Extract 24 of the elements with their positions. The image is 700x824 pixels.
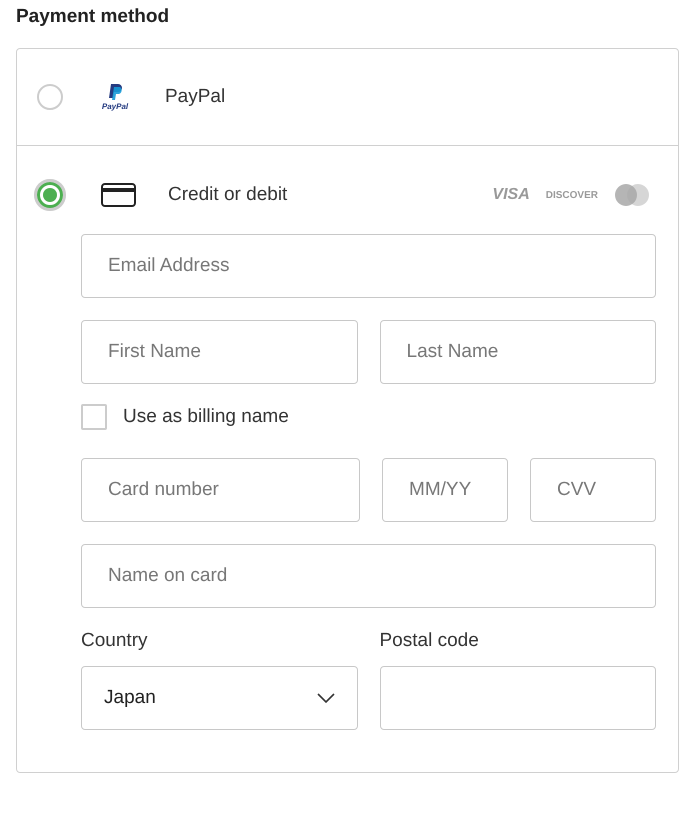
- expiry-field[interactable]: MM/YY: [382, 458, 508, 522]
- radio-button[interactable]: [37, 84, 63, 110]
- country-dropdown[interactable]: Japan: [81, 666, 358, 730]
- section-heading: Payment method: [16, 6, 170, 28]
- checkbox[interactable]: [81, 404, 107, 430]
- cvv-field[interactable]: CVV: [530, 458, 656, 522]
- radio-button[interactable]: [37, 182, 63, 208]
- name-on-card-field[interactable]: Name on card: [81, 544, 656, 608]
- last-name-field[interactable]: Last Name: [380, 320, 656, 384]
- checkbox-label: Use as billing name: [123, 406, 289, 428]
- email-field[interactable]: Email Address: [81, 234, 656, 298]
- first-name-field[interactable]: First Name: [81, 320, 358, 384]
- method-label: Credit or debit: [168, 184, 288, 206]
- postal-code-field[interactable]: [380, 666, 656, 730]
- overlapping-circles-logo: [614, 183, 650, 207]
- chevron-down-icon: [316, 693, 334, 703]
- field-label: Postal code: [380, 630, 480, 652]
- credit-card-icon: [101, 183, 136, 207]
- method-label: PayPal: [165, 86, 226, 108]
- card-number-field[interactable]: Card number: [81, 458, 360, 522]
- card-brand-logo: VISA: [492, 186, 530, 204]
- field-label: Country: [81, 630, 149, 652]
- card-brand-logo: DISCOVER: [546, 190, 598, 200]
- paypal-logo: PayPal: [97, 84, 133, 110]
